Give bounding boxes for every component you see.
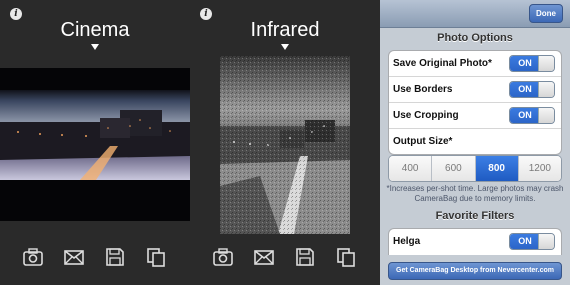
output-size-note: *Increases per-shot time. Large photos m… — [386, 184, 564, 203]
photo-toolbar — [190, 246, 380, 268]
settings-screen: Done Photo Options Save Original Photo* … — [380, 0, 570, 285]
favorite-filters-group: Helga ON — [388, 228, 562, 255]
filter-name[interactable]: Infrared — [190, 19, 380, 42]
option-label: Use Cropping — [393, 110, 459, 121]
filter-name[interactable]: Cinema — [0, 19, 190, 42]
done-button[interactable]: Done — [529, 4, 563, 23]
option-row-use-cropping: Use Cropping ON — [389, 103, 561, 129]
photo-options-heading: Photo Options — [437, 32, 513, 44]
save-icon[interactable] — [104, 246, 126, 268]
photo-toolbar — [0, 246, 190, 268]
option-row-save-original: Save Original Photo* ON — [389, 51, 561, 77]
copy-icon[interactable] — [335, 246, 357, 268]
size-option-1200[interactable]: 1200 — [518, 156, 561, 181]
toggle-knob[interactable] — [538, 108, 554, 123]
mail-icon[interactable] — [253, 246, 275, 268]
toggle-state: ON — [510, 56, 540, 71]
mail-icon[interactable] — [63, 246, 85, 268]
favorite-row-helga: Helga ON — [389, 229, 561, 255]
toggle-state: ON — [510, 108, 540, 123]
save-original-toggle[interactable]: ON — [509, 55, 555, 72]
helga-toggle[interactable]: ON — [509, 233, 555, 250]
get-camerabag-desktop-button[interactable]: Get CameraBag Desktop from Nevercenter.c… — [388, 262, 562, 280]
toggle-knob[interactable] — [538, 82, 554, 97]
favorite-filters-heading: Favorite Filters — [435, 210, 515, 222]
toggle-state: ON — [510, 82, 540, 97]
photo-preview — [220, 56, 350, 234]
option-row-output-size: Output Size* — [389, 129, 561, 154]
option-row-use-borders: Use Borders ON — [389, 77, 561, 103]
option-label: Use Borders — [393, 84, 453, 95]
option-label: Save Original Photo* — [393, 58, 492, 69]
size-option-600[interactable]: 600 — [432, 156, 476, 181]
infrared-filter-screen: i Infrared — [190, 0, 380, 285]
use-borders-toggle[interactable]: ON — [509, 81, 555, 98]
size-option-800[interactable]: 800 — [475, 156, 519, 181]
photo-preview — [0, 68, 190, 221]
camera-icon[interactable] — [22, 246, 44, 268]
photo-options-group: Save Original Photo* ON Use Borders ON U… — [388, 50, 562, 155]
output-size-segmented-control: 400 600 800 1200 — [388, 155, 562, 182]
copy-icon[interactable] — [145, 246, 167, 268]
use-cropping-toggle[interactable]: ON — [509, 107, 555, 124]
favorite-label: Helga — [393, 236, 421, 247]
toggle-knob[interactable] — [538, 234, 554, 249]
camera-icon[interactable] — [212, 246, 234, 268]
option-label: Output Size* — [393, 136, 453, 147]
save-icon[interactable] — [294, 246, 316, 268]
chevron-down-icon[interactable] — [281, 44, 289, 50]
chevron-down-icon[interactable] — [91, 44, 99, 50]
navigation-bar: Done — [380, 0, 570, 28]
cinema-filter-screen: i Cinema — [0, 0, 190, 285]
toggle-knob[interactable] — [538, 56, 554, 71]
size-option-400[interactable]: 400 — [389, 156, 433, 181]
toggle-state: ON — [510, 234, 540, 249]
